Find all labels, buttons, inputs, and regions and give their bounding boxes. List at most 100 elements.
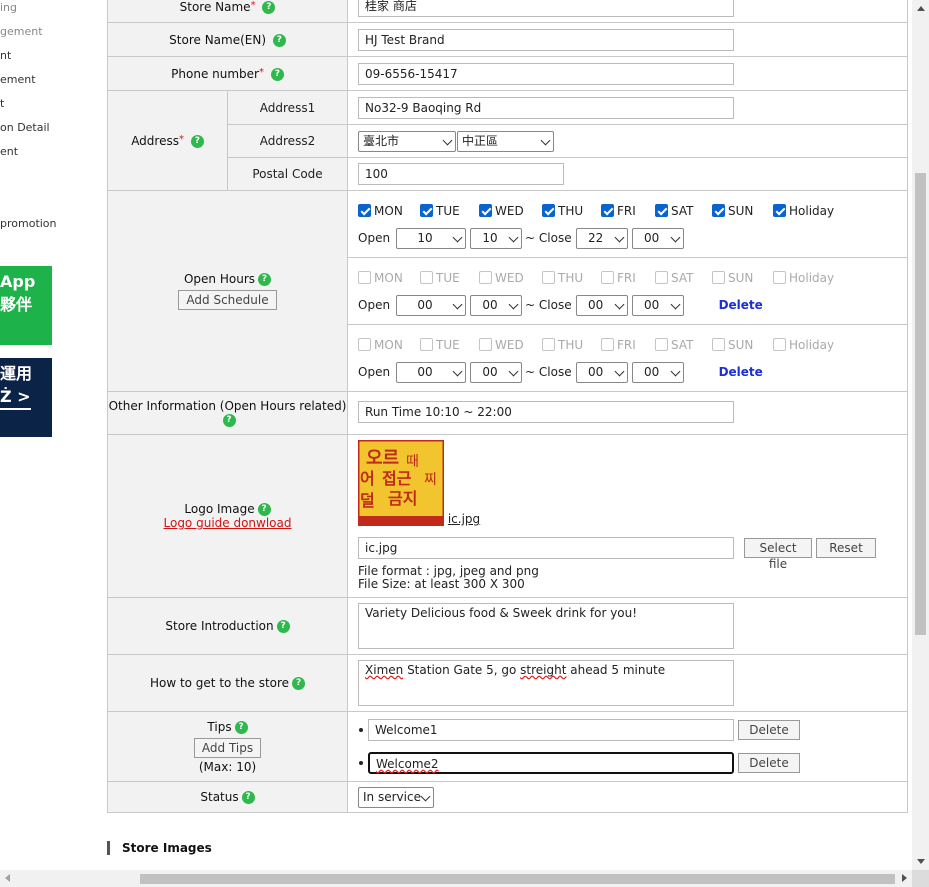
- close-hour-select[interactable]: 00: [575, 361, 628, 383]
- open-minute-select[interactable]: 00: [470, 294, 523, 316]
- scroll-thumb[interactable]: [915, 173, 926, 635]
- store-name-en-label: Store Name(EN) ?: [106, 22, 349, 57]
- add-tips-button[interactable]: Add Tips: [193, 737, 262, 758]
- scroll-right-icon[interactable]: [902, 874, 907, 882]
- day-checkbox-sat[interactable]: SAT: [655, 338, 712, 352]
- day-checkbox-fri[interactable]: FRI: [601, 204, 655, 218]
- logo-file-input[interactable]: ic.jpg: [358, 537, 735, 559]
- sidebar-item[interactable]: ent: [0, 145, 18, 158]
- scroll-thumb[interactable]: [140, 874, 895, 884]
- status-label: Status?: [106, 781, 349, 813]
- app-partner-banner[interactable]: App 夥伴: [0, 266, 52, 345]
- postal-code-label: Postal Code: [226, 157, 349, 191]
- close-minute-select[interactable]: 00: [631, 361, 684, 383]
- phone-input[interactable]: 09-6556-15417: [358, 62, 735, 85]
- svg-text:어: 어: [360, 469, 375, 488]
- help-icon[interactable]: ?: [262, 0, 276, 14]
- help-icon[interactable]: ?: [190, 134, 204, 148]
- open-hour-select[interactable]: 00: [396, 294, 467, 316]
- day-checkbox-sat[interactable]: SAT: [655, 204, 712, 218]
- tip-input[interactable]: Welcome1: [368, 719, 735, 741]
- help-icon[interactable]: ?: [272, 33, 286, 47]
- operation-banner[interactable]: 運用 Ż >: [0, 358, 52, 437]
- delete-tip-button[interactable]: Delete: [738, 720, 801, 740]
- day-checkbox-thu[interactable]: THU: [542, 271, 601, 285]
- delete-schedule-link[interactable]: Delete: [719, 365, 763, 379]
- store-name-input[interactable]: 桂家 商店: [358, 0, 735, 17]
- help-icon[interactable]: ?: [222, 414, 236, 427]
- status-select[interactable]: In service: [358, 786, 435, 808]
- close-hour-select[interactable]: 22: [575, 227, 628, 249]
- day-checkbox-sun[interactable]: SUN: [712, 271, 773, 285]
- day-checkbox-tue[interactable]: TUE: [420, 271, 479, 285]
- delete-schedule-link[interactable]: Delete: [719, 298, 763, 312]
- day-checkbox-wed[interactable]: WED: [479, 338, 542, 352]
- horizontal-scrollbar[interactable]: [0, 870, 912, 887]
- day-checkbox-sun[interactable]: SUN: [712, 338, 773, 352]
- postal-code-input[interactable]: 100: [358, 163, 565, 185]
- sidebar-item[interactable]: nt: [0, 49, 11, 62]
- logo-guide-download-link[interactable]: Logo guide donwload: [164, 516, 292, 530]
- day-checkbox-sat[interactable]: SAT: [655, 271, 712, 285]
- sidebar-item[interactable]: gement: [0, 25, 43, 38]
- sidebar-item[interactable]: ement: [0, 73, 36, 86]
- scroll-left-icon[interactable]: [5, 874, 10, 882]
- sidebar-item[interactable]: ing: [0, 1, 17, 14]
- schedule-3: MON TUE WED THU FRI SAT SUN Holiday Open…: [347, 324, 909, 392]
- day-checkbox-fri[interactable]: FRI: [601, 271, 655, 285]
- reset-button[interactable]: Reset: [816, 538, 877, 558]
- banner-line: 運用: [0, 364, 33, 383]
- district-select[interactable]: 中正區: [457, 130, 555, 152]
- vertical-scrollbar[interactable]: [912, 0, 929, 870]
- day-checkbox-mon[interactable]: MON: [358, 204, 420, 218]
- day-checkbox-fri[interactable]: FRI: [601, 338, 655, 352]
- close-minute-select[interactable]: 00: [631, 294, 684, 316]
- store-name-label: Store Name* ?: [106, 0, 349, 23]
- city-select[interactable]: 臺北市: [358, 130, 457, 152]
- day-checkbox-holiday[interactable]: Holiday: [773, 338, 834, 352]
- help-icon[interactable]: ?: [258, 273, 272, 286]
- other-info-input[interactable]: Run Time 10:10 ~ 22:00: [358, 401, 735, 423]
- scroll-up-icon[interactable]: [917, 6, 925, 11]
- day-checkbox-tue[interactable]: TUE: [420, 204, 479, 218]
- sidebar-item[interactable]: t: [0, 97, 4, 110]
- day-checkbox-tue[interactable]: TUE: [420, 338, 479, 352]
- directions-textarea[interactable]: Ximen Station Gate 5, go streight ahead …: [358, 660, 735, 706]
- tip-input[interactable]: Welcome2: [368, 752, 735, 774]
- day-checkbox-thu[interactable]: THU: [542, 204, 601, 218]
- day-checkbox-thu[interactable]: THU: [542, 338, 601, 352]
- close-hour-select[interactable]: 00: [575, 294, 628, 316]
- store-intro-textarea[interactable]: Variety Delicious food & Sweek drink for…: [358, 603, 735, 649]
- help-icon[interactable]: ?: [234, 720, 248, 734]
- help-icon[interactable]: ?: [270, 67, 284, 81]
- open-hour-select[interactable]: 10: [396, 227, 467, 249]
- logo-preview-image[interactable]: 오르 때 어 접근 찌 덜 금지: [358, 440, 445, 526]
- add-schedule-button[interactable]: Add Schedule: [178, 290, 277, 310]
- day-checkbox-holiday[interactable]: Holiday: [773, 204, 834, 218]
- address1-input[interactable]: No32-9 Baoqing Rd: [358, 96, 735, 119]
- help-icon[interactable]: ?: [257, 503, 271, 516]
- store-name-en-input[interactable]: HJ Test Brand: [358, 28, 735, 51]
- sidebar-item-promotion[interactable]: promotion: [0, 217, 57, 230]
- open-minute-select[interactable]: 00: [470, 361, 523, 383]
- directions-label: How to get to the store?: [106, 654, 349, 712]
- open-label: Open: [358, 365, 391, 379]
- close-minute-select[interactable]: 00: [631, 227, 684, 249]
- help-icon[interactable]: ?: [276, 620, 290, 633]
- logo-file-link[interactable]: ic.jpg: [448, 512, 480, 526]
- day-checkbox-wed[interactable]: WED: [479, 204, 542, 218]
- select-file-button[interactable]: Select file: [744, 538, 813, 571]
- day-checkbox-mon[interactable]: MON: [358, 271, 420, 285]
- open-hour-select[interactable]: 00: [396, 361, 467, 383]
- day-checkbox-mon[interactable]: MON: [358, 338, 420, 352]
- chevron-down-icon: [540, 135, 551, 145]
- open-minute-select[interactable]: 10: [470, 227, 523, 249]
- delete-tip-button[interactable]: Delete: [738, 753, 801, 773]
- day-checkbox-wed[interactable]: WED: [479, 271, 542, 285]
- sidebar-item[interactable]: on Detail: [0, 121, 50, 134]
- help-icon[interactable]: ?: [241, 791, 255, 804]
- day-checkbox-holiday[interactable]: Holiday: [773, 271, 834, 285]
- scroll-down-icon[interactable]: [917, 859, 925, 864]
- day-checkbox-sun[interactable]: SUN: [712, 204, 773, 218]
- help-icon[interactable]: ?: [292, 677, 306, 690]
